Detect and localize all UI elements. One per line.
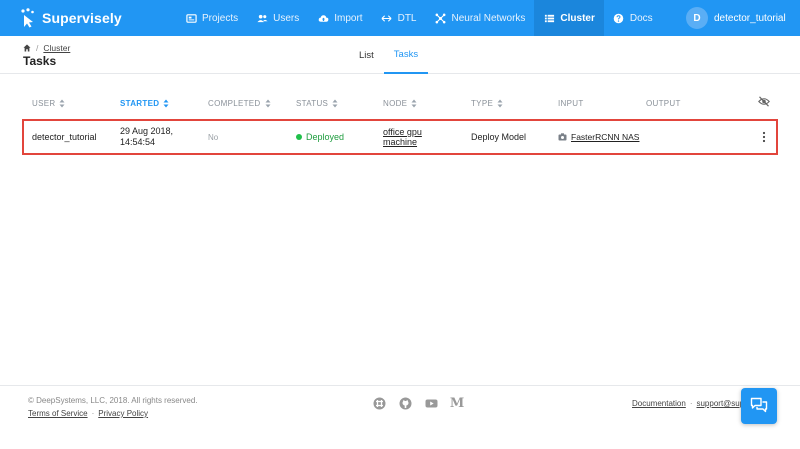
username: detector_tutorial bbox=[714, 12, 786, 24]
sort-icon bbox=[497, 99, 503, 108]
column-header-output: OUTPUT bbox=[646, 98, 681, 108]
copyright-text: © DeepSystems, LLC, 2018. All rights res… bbox=[28, 396, 198, 405]
chat-bubbles-icon bbox=[750, 397, 768, 415]
column-header-status[interactable]: STATUS bbox=[296, 94, 338, 112]
documentation-link[interactable]: Documentation bbox=[632, 399, 686, 408]
avatar: D bbox=[686, 7, 708, 29]
breadcrumb-separator: / bbox=[36, 43, 39, 53]
cell-input: FasterRCNN NAS bbox=[558, 121, 639, 153]
home-icon[interactable] bbox=[23, 44, 31, 52]
column-header-user[interactable]: USER bbox=[32, 94, 65, 112]
projects-icon bbox=[185, 12, 197, 24]
sort-icon bbox=[59, 99, 65, 108]
cell-user: detector_tutorial bbox=[32, 132, 97, 142]
supervisely-logo-icon bbox=[20, 8, 36, 28]
supervisely-logo[interactable]: Supervisely bbox=[20, 0, 122, 36]
nav-dtl-label: DTL bbox=[397, 12, 417, 24]
tab-tasks[interactable]: Tasks bbox=[383, 36, 429, 74]
top-navigation-bar: Supervisely Projects Users Import DTL Ne… bbox=[0, 0, 800, 36]
node-name-line2: machine bbox=[383, 137, 418, 147]
started-date: 29 Aug 2018, bbox=[120, 126, 174, 136]
nav-import[interactable]: Import bbox=[308, 0, 371, 36]
support-email-link[interactable]: support@sup bbox=[696, 399, 744, 408]
column-user-label: USER bbox=[32, 98, 56, 108]
cell-type: Deploy Model bbox=[471, 132, 527, 142]
user-menu[interactable]: D detector_tutorial bbox=[686, 0, 786, 36]
status-badge: Deployed bbox=[306, 132, 345, 142]
link-separator: · bbox=[91, 409, 95, 418]
privacy-policy-link[interactable]: Privacy Policy bbox=[98, 409, 148, 418]
support-links: Documentation · support@sup bbox=[632, 399, 744, 408]
main-nav: Projects Users Import DTL Neural Network… bbox=[176, 0, 662, 36]
nav-projects-label: Projects bbox=[202, 12, 239, 24]
nav-users[interactable]: Users bbox=[247, 0, 308, 36]
column-header-node[interactable]: NODE bbox=[383, 94, 417, 112]
social-links: M bbox=[372, 396, 476, 411]
breadcrumb: / Cluster bbox=[23, 43, 70, 53]
started-time: 14:54:54 bbox=[120, 137, 156, 147]
column-type-label: TYPE bbox=[471, 98, 494, 108]
nav-docs-label: Docs bbox=[629, 12, 653, 24]
column-header-input: INPUT bbox=[558, 98, 584, 108]
row-more-menu-icon[interactable] bbox=[760, 130, 768, 144]
cell-node-link[interactable]: office gpu machine bbox=[383, 121, 422, 153]
slack-icon[interactable] bbox=[372, 396, 386, 410]
cell-completed: No bbox=[208, 132, 219, 142]
users-icon bbox=[256, 12, 268, 24]
column-header-started[interactable]: STARTED bbox=[120, 94, 169, 112]
dtl-arrows-icon bbox=[381, 12, 393, 24]
nav-neural-networks-label: Neural Networks bbox=[451, 12, 526, 24]
page-footer: © DeepSystems, LLC, 2018. All rights res… bbox=[0, 385, 800, 449]
hide-columns-eye-icon[interactable] bbox=[758, 96, 770, 107]
neural-networks-icon bbox=[435, 12, 447, 24]
sort-icon bbox=[411, 99, 417, 108]
nav-dtl[interactable]: DTL bbox=[372, 0, 426, 36]
status-dot-icon bbox=[296, 134, 302, 140]
page-header: / Cluster Tasks List Tasks bbox=[0, 36, 800, 74]
nav-cluster-label: Cluster bbox=[560, 12, 595, 24]
nav-cluster[interactable]: Cluster bbox=[534, 0, 604, 36]
input-model-link[interactable]: FasterRCNN NAS bbox=[571, 132, 639, 142]
sort-icon bbox=[332, 99, 338, 108]
help-icon bbox=[613, 12, 625, 24]
nav-neural-networks[interactable]: Neural Networks bbox=[426, 0, 535, 36]
nav-projects[interactable]: Projects bbox=[176, 0, 247, 36]
column-completed-label: COMPLETED bbox=[208, 98, 261, 108]
youtube-icon[interactable] bbox=[424, 396, 438, 410]
cloud-upload-icon bbox=[317, 12, 329, 24]
nav-import-label: Import bbox=[334, 12, 363, 24]
github-icon[interactable] bbox=[398, 396, 412, 410]
sort-icon bbox=[163, 99, 169, 108]
model-icon bbox=[558, 133, 567, 141]
tasks-table-header: USER STARTED COMPLETED STATUS NODE TYPE … bbox=[22, 94, 778, 112]
column-node-label: NODE bbox=[383, 98, 408, 108]
legal-links: Terms of Service · Privacy Policy bbox=[28, 409, 148, 418]
column-status-label: STATUS bbox=[296, 98, 329, 108]
table-row[interactable]: detector_tutorial 29 Aug 2018, 14:54:54 … bbox=[22, 119, 778, 155]
view-tabs: List Tasks bbox=[349, 36, 429, 74]
cell-status: Deployed bbox=[296, 121, 344, 153]
column-started-label: STARTED bbox=[120, 98, 160, 108]
nav-docs[interactable]: Docs bbox=[604, 0, 662, 36]
page-title: Tasks bbox=[23, 54, 57, 68]
chat-support-button[interactable] bbox=[741, 388, 777, 424]
node-name-line1: office gpu bbox=[383, 127, 422, 137]
breadcrumb-cluster-link[interactable]: Cluster bbox=[43, 43, 70, 53]
link-separator: · bbox=[689, 399, 693, 408]
column-header-type[interactable]: TYPE bbox=[471, 94, 503, 112]
column-header-completed[interactable]: COMPLETED bbox=[208, 94, 271, 112]
tab-list[interactable]: List bbox=[349, 36, 384, 74]
cell-started: 29 Aug 2018, 14:54:54 bbox=[120, 121, 173, 153]
terms-of-service-link[interactable]: Terms of Service bbox=[28, 409, 88, 418]
sort-icon bbox=[265, 99, 271, 108]
nav-users-label: Users bbox=[273, 12, 300, 24]
cluster-list-icon bbox=[543, 12, 555, 24]
medium-icon[interactable]: M bbox=[450, 396, 464, 411]
brand-name: Supervisely bbox=[42, 10, 122, 26]
